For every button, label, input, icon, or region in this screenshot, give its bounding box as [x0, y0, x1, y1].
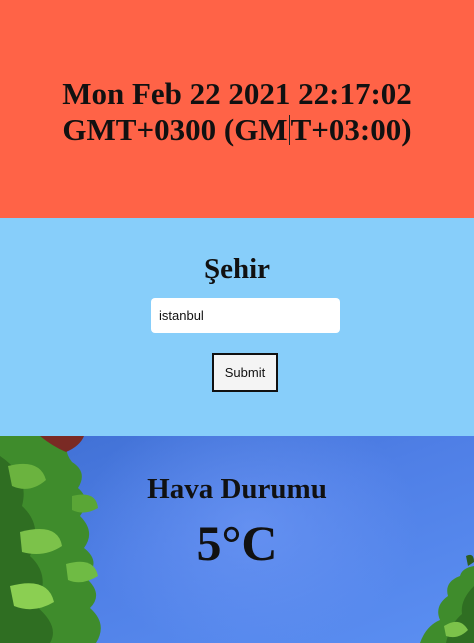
city-title: Şehir	[203, 253, 271, 285]
datetime-line-2-end: T+03:00)	[290, 112, 412, 147]
weather-section: Hava Durumu 5°C	[0, 436, 474, 643]
datetime-display: Mon Feb 22 2021 22:17:02 GMT+0300 (GMT+03…	[37, 76, 437, 148]
submit-button[interactable]: Submit	[212, 353, 278, 392]
weather-title: Hava Durumu	[147, 473, 327, 505]
temperature-value: 5°C	[196, 515, 278, 571]
datetime-line-2-start: GMT+0300 (GM	[62, 112, 288, 147]
text-cursor	[288, 115, 290, 145]
city-input[interactable]	[151, 298, 340, 333]
datetime-line-1: Mon Feb 22 2021 22:17:02	[62, 76, 412, 111]
city-section: Şehir Submit	[0, 218, 474, 436]
datetime-section: Mon Feb 22 2021 22:17:02 GMT+0300 (GMT+03…	[0, 0, 474, 218]
